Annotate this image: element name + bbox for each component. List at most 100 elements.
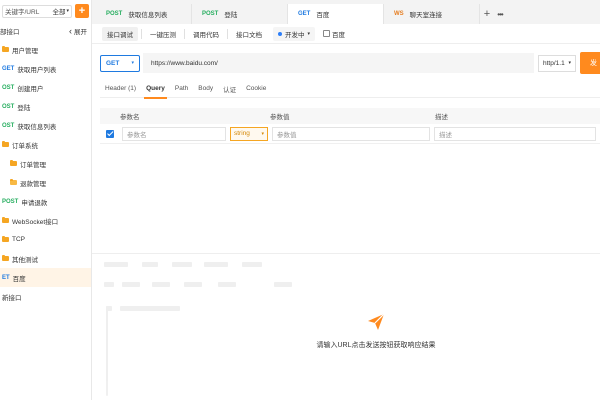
send-icon xyxy=(368,313,385,330)
sidebar-item[interactable]: TCP xyxy=(0,230,91,249)
search-input[interactable]: 关键字/URL 全部 ▾ xyxy=(2,4,72,18)
tab-label: 获取信息列表 xyxy=(128,12,168,19)
param-tab[interactable]: Body xyxy=(193,80,218,98)
http-version-select[interactable]: http/1.1 ▾ xyxy=(538,54,576,72)
method-badge: POST xyxy=(106,11,123,17)
sidebar-item[interactable]: 新接口 xyxy=(0,287,91,306)
request-tab[interactable]: GET 百度 xyxy=(288,4,384,24)
param-type-label: string xyxy=(234,130,250,137)
expand-button[interactable]: ‹ 展开 xyxy=(69,26,87,36)
chevron-down-icon: ▾ xyxy=(568,60,571,66)
column-header-value: 参数值 xyxy=(270,114,290,121)
sidebar-item-label: 申请退款 xyxy=(21,199,48,207)
add-button[interactable]: + xyxy=(75,4,89,18)
param-tab[interactable]: 认证 xyxy=(218,80,241,98)
folder-icon xyxy=(10,159,17,166)
url-row: GET ▾ https://www.baidu.com/ http/1.1 ▾ … xyxy=(100,52,600,74)
sidebar-item-label: 登陆 xyxy=(17,104,31,112)
method-badge: WS xyxy=(394,11,404,17)
expand-label: 展开 xyxy=(74,29,87,36)
env-status-dot xyxy=(278,31,282,36)
divider xyxy=(184,28,185,39)
method-select[interactable]: GET ▾ xyxy=(100,54,140,72)
tab-stress-test[interactable]: 一键压测 xyxy=(145,27,181,41)
sidebar-item-label: 订单系统 xyxy=(12,142,38,150)
method-badge: GET xyxy=(298,11,311,17)
sidebar-item[interactable]: OST 创建用户 xyxy=(0,78,91,97)
tab-docs[interactable]: 接口文档 xyxy=(231,27,267,41)
filter-select[interactable]: 全部 ▾ xyxy=(52,6,69,16)
sidebar-item[interactable]: GET 获取用户列表 xyxy=(0,59,91,78)
search-placeholder: 关键字/URL xyxy=(5,9,40,16)
param-tab[interactable]: Header (1) xyxy=(100,80,141,98)
add-tab-button[interactable]: + xyxy=(480,4,494,24)
param-table: 参数名 参数值 描述 参数名 string ▾ 参数值 描述 xyxy=(100,108,600,144)
method-badge: GET xyxy=(2,65,15,72)
sidebar-item[interactable]: ET 百度 xyxy=(0,268,91,287)
method-label: GET xyxy=(106,59,120,67)
method-badge: OST xyxy=(2,103,15,110)
param-desc-input[interactable]: 描述 xyxy=(434,126,596,141)
send-button[interactable]: 发 xyxy=(580,52,600,74)
table-header: 参数名 参数值 描述 xyxy=(100,108,600,124)
sidebar-item[interactable]: 退款管理 xyxy=(0,173,91,192)
param-tab[interactable]: Query xyxy=(141,80,170,99)
divider xyxy=(227,28,228,39)
request-tab[interactable]: POST 获取信息列表 xyxy=(96,4,192,24)
param-tab[interactable]: Cookie xyxy=(241,80,271,98)
chevron-left-icon: ‹ xyxy=(69,26,72,36)
column-header-name: 参数名 xyxy=(120,114,140,121)
sidebar-item[interactable]: OST 登陆 xyxy=(0,97,91,116)
tab-debug[interactable]: 接口调试 xyxy=(102,26,138,41)
http-version-label: http/1.1 xyxy=(543,59,565,67)
param-tabs: Header (1) Query Path Body 认证 Cookie xyxy=(100,80,600,99)
sidebar-item[interactable]: 订单系统 xyxy=(0,135,91,154)
sidebar: 关键字/URL 全部 ▾ + 部接口 ‹ 展开 用户管理 GET 获取用户列表 OST… xyxy=(0,0,92,400)
folder-icon xyxy=(2,45,9,52)
sidebar-item-label: 订单管理 xyxy=(20,161,46,169)
tab-label: 登陆 xyxy=(224,12,238,19)
sidebar-item[interactable]: 用户管理 xyxy=(0,40,91,59)
chevron-down-icon: ▾ xyxy=(131,60,134,66)
sidebar-item[interactable]: POST 申请退款 xyxy=(0,192,91,211)
all-apis-label: 部接口 xyxy=(0,29,20,36)
tab-label: 聊天室连接 xyxy=(409,12,443,19)
env-label: 开发中 xyxy=(285,31,305,39)
sidebar-item-label: 新接口 xyxy=(2,294,22,302)
param-tab[interactable]: Path xyxy=(170,80,193,98)
document-icon xyxy=(323,30,331,37)
chevron-down-icon: ▾ xyxy=(261,130,264,137)
folder-icon xyxy=(2,254,9,261)
sidebar-item[interactable]: 订单管理 xyxy=(0,154,91,173)
url-input[interactable]: https://www.baidu.com/ xyxy=(143,53,534,73)
request-tab[interactable]: WS 聊天室连接 xyxy=(384,4,480,24)
request-tab[interactable]: POST 登陆 xyxy=(192,4,288,24)
sidebar-item-label: 百度 xyxy=(12,275,26,283)
sidebar-item-label: 用户管理 xyxy=(12,47,38,55)
param-name-input[interactable]: 参数名 xyxy=(122,126,226,141)
more-icon[interactable]: ••• xyxy=(494,4,506,24)
folder-icon xyxy=(2,216,9,223)
sidebar-toolbar: 关键字/URL 全部 ▾ + xyxy=(0,0,91,22)
sidebar-tree: 用户管理 GET 获取用户列表 OST 创建用户 OST 登陆 OST 获取信息列表 订单系统 订单… xyxy=(0,40,91,306)
sidebar-item[interactable]: WebSocket接口 xyxy=(0,211,91,230)
folder-icon xyxy=(2,140,9,147)
method-badge: POST xyxy=(202,11,219,17)
folder-icon xyxy=(2,235,9,242)
param-value-input[interactable]: 参数值 xyxy=(272,126,430,141)
sidebar-item-label: WebSocket接口 xyxy=(12,218,59,226)
column-header-desc: 描述 xyxy=(435,114,448,121)
sidebar-item-label: 创建用户 xyxy=(17,85,44,93)
tab-bar: POST 获取信息列表 POST 登陆 GET 百度 WS 聊天室连接 + ••• xyxy=(92,0,600,24)
divider xyxy=(141,28,142,39)
env-name: 百度 xyxy=(332,31,346,39)
method-badge: ET xyxy=(2,274,10,281)
row-checkbox[interactable] xyxy=(106,129,114,138)
env-select[interactable]: 开发中 ▾ xyxy=(273,26,316,41)
filter-label: 全部 xyxy=(52,9,66,16)
sidebar-item[interactable]: OST 获取信息列表 xyxy=(0,116,91,135)
param-type-select[interactable]: string ▾ xyxy=(230,126,268,141)
method-badge: OST xyxy=(2,122,15,129)
tab-code[interactable]: 调用代码 xyxy=(188,27,224,41)
sidebar-item[interactable]: 其他测试 xyxy=(0,249,91,268)
